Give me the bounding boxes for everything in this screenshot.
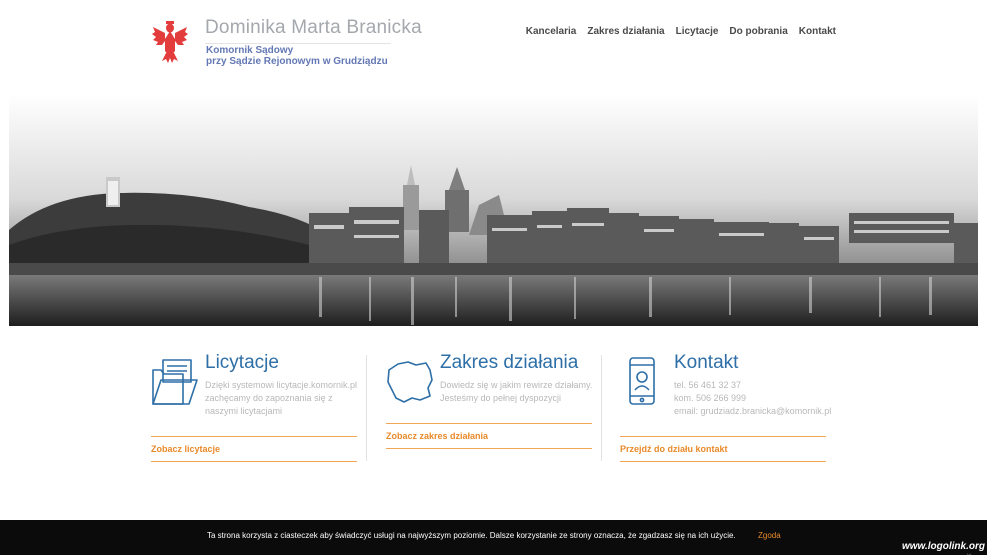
contact-phone[interactable]: tel. 56 461 32 37 — [674, 379, 844, 392]
feature-title-zakres: Zakres działania — [440, 352, 579, 373]
title-divider — [205, 43, 391, 44]
eagle-logo-icon[interactable] — [151, 19, 189, 63]
nav-item-do-pobrania[interactable]: Do pobrania — [729, 26, 787, 37]
contact-email[interactable]: email: grudziadz.branicka@komornik.pl — [674, 405, 844, 418]
link-przejdz-kontakt[interactable]: Przejdź do działu kontakt — [620, 436, 826, 462]
site-header: Dominika Marta Branicka Komornik Sądowy … — [0, 0, 987, 95]
feature-desc-kontakt: tel. 56 461 32 37 kom. 506 266 999 email… — [674, 379, 844, 418]
contact-mobile[interactable]: kom. 506 266 999 — [674, 392, 844, 405]
link-zobacz-zakres[interactable]: Zobacz zakres działania — [386, 423, 592, 449]
nav-item-kancelaria[interactable]: Kancelaria — [526, 26, 577, 37]
folder-documents-icon — [152, 359, 198, 405]
cookie-accept-button[interactable]: Zgoda — [758, 531, 781, 540]
nav-item-kontakt[interactable]: Kontakt — [799, 26, 836, 37]
nav-item-zakres[interactable]: Zakres działania — [587, 26, 664, 37]
feature-divider — [601, 355, 602, 461]
hero-panorama-image — [9, 95, 978, 326]
feature-title-licytacje: Licytacje — [205, 352, 279, 373]
cookie-bar: Ta strona korzysta z ciasteczek aby świa… — [0, 520, 987, 555]
city-panorama-illustration — [9, 95, 978, 326]
feature-kontakt: Kontakt tel. 56 461 32 37 kom. 506 266 9… — [620, 352, 831, 482]
feature-divider — [366, 355, 367, 461]
site-title[interactable]: Dominika Marta Branicka — [205, 17, 422, 39]
feature-zakres: Zakres działania Dowiedz się w jakim rew… — [386, 352, 592, 482]
main-nav: Kancelaria Zakres działania Licytacje Do… — [515, 26, 836, 37]
cookie-message: Ta strona korzysta z ciasteczek aby świa… — [207, 531, 736, 540]
feature-title-kontakt: Kontakt — [674, 352, 739, 373]
nav-item-licytacje[interactable]: Licytacje — [676, 26, 719, 37]
watermark-text: www.logolink.org — [902, 541, 985, 552]
poland-map-icon — [387, 361, 433, 403]
link-zobacz-licytacje[interactable]: Zobacz licytacje — [151, 436, 357, 462]
site-subtitle-role: Komornik Sądowy — [206, 45, 294, 56]
feature-desc-zakres: Dowiedz się w jakim rewirze działamy. Je… — [440, 380, 593, 403]
feature-desc-licytacje: Dzięki systemowi licytacje.komornik.pl z… — [205, 380, 358, 416]
phone-contact-icon — [629, 357, 655, 405]
feature-licytacje: Licytacje Dzięki systemowi licytacje.kom… — [151, 352, 357, 482]
site-subtitle-court: przy Sądzie Rejonowym w Grudziądzu — [206, 56, 388, 67]
